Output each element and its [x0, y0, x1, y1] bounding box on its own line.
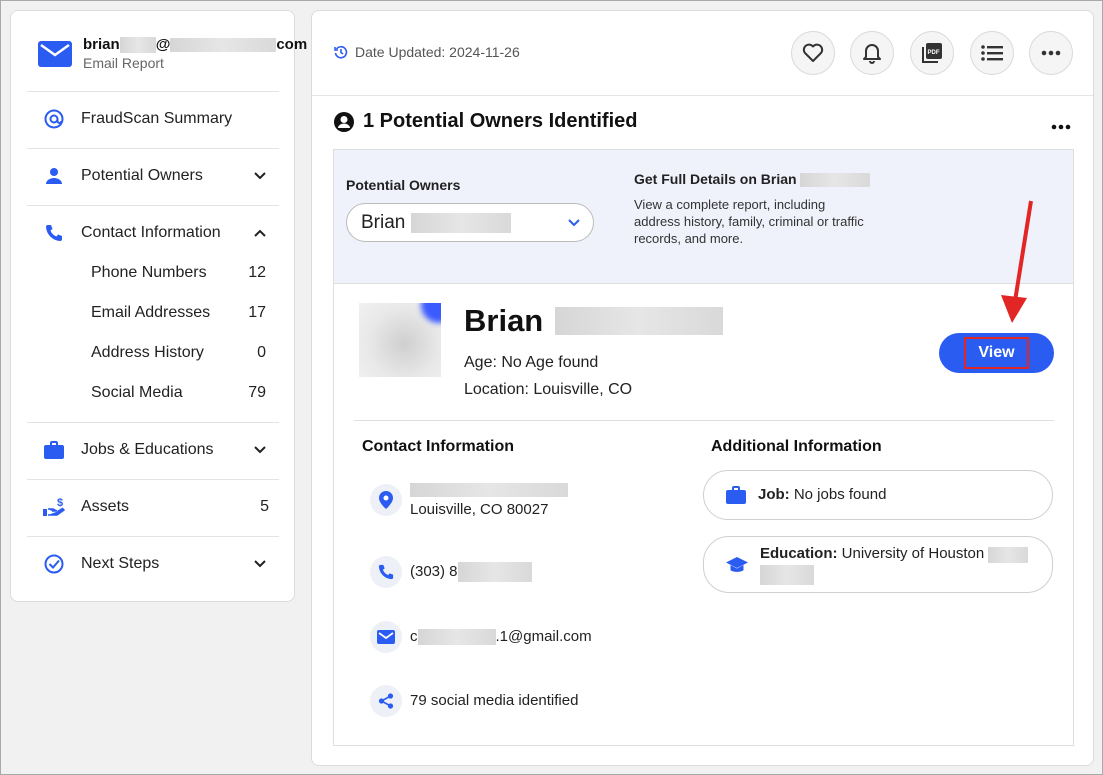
heart-icon — [802, 43, 824, 62]
sidebar-item-assets[interactable]: $ Assets 5 — [27, 487, 279, 527]
divider — [354, 420, 1054, 421]
date-updated: Date Updated: 2024-11-26 — [334, 44, 520, 60]
svg-text:$: $ — [57, 497, 63, 509]
map-pin-icon — [370, 484, 402, 516]
more-options-button[interactable] — [1029, 31, 1073, 75]
favorite-button[interactable] — [791, 31, 835, 75]
list-view-button[interactable] — [970, 31, 1014, 75]
list-icon — [981, 45, 1003, 61]
divider — [27, 91, 279, 92]
more-icon — [1041, 50, 1061, 56]
pdf-icon: PDF — [922, 43, 942, 63]
redacted-text — [411, 212, 512, 233]
more-icon — [1051, 124, 1071, 130]
notifications-button[interactable] — [850, 31, 894, 75]
full-details-title: Get Full Details on Brian — [634, 171, 871, 188]
potential-owner-select[interactable]: Brian — [346, 203, 594, 242]
divider — [27, 205, 279, 206]
bell-icon — [863, 44, 881, 64]
at-sign-icon — [43, 108, 65, 130]
contact-phone: (303) 8 — [370, 556, 532, 588]
section-more-button[interactable] — [1051, 117, 1071, 135]
download-pdf-button[interactable]: PDF — [910, 31, 954, 75]
sidebar-subitem-phone-numbers[interactable]: Phone Numbers 12 — [91, 258, 266, 288]
sidebar-item-potential-owners[interactable]: Potential Owners — [27, 156, 279, 196]
avatar — [359, 303, 441, 377]
phone-icon — [43, 222, 65, 244]
redacted-text — [457, 562, 532, 582]
check-circle-icon — [43, 553, 65, 575]
briefcase-icon — [43, 439, 65, 461]
contact-social: 79 social media identified — [370, 685, 578, 717]
user-circle-icon — [334, 111, 354, 132]
education-info: Education: University of Houston — [703, 536, 1053, 593]
view-report-button[interactable]: View — [939, 333, 1054, 373]
redacted-text — [988, 546, 1029, 563]
chevron-up-icon — [254, 229, 266, 237]
redacted-text — [410, 483, 568, 498]
redacted-text — [417, 629, 496, 645]
divider — [27, 422, 279, 423]
additional-information-title: Additional Information — [711, 438, 882, 455]
job-info: Job: No jobs found — [703, 470, 1053, 520]
sidebar: brian @ com Email Report FraudScan Summary… — [10, 10, 307, 602]
chevron-down-icon — [568, 219, 580, 227]
phone-icon — [370, 556, 402, 588]
annotation-arrow — [1001, 200, 1033, 323]
sidebar-subitem-social-media[interactable]: Social Media 79 — [91, 378, 266, 408]
divider — [27, 479, 279, 480]
sidebar-item-jobs-educations[interactable]: Jobs & Educations — [27, 430, 279, 470]
sidebar-subitem-address-history[interactable]: Address History 0 — [91, 338, 266, 368]
top-bar: Date Updated: 2024-11-26 PDF — [312, 11, 1093, 96]
owner-card: Potential Owners Brian Get Full Details … — [333, 149, 1074, 746]
graduation-cap-icon — [726, 556, 748, 572]
chevron-down-icon — [254, 172, 266, 180]
sidebar-item-contact-information[interactable]: Contact Information — [27, 213, 279, 253]
chevron-down-icon — [254, 560, 266, 568]
person-age: Age: No Age found — [464, 354, 599, 371]
mail-icon — [370, 621, 402, 653]
person-icon — [43, 165, 65, 187]
money-hand-icon: $ — [43, 496, 65, 518]
mail-icon — [38, 41, 72, 67]
sidebar-item-fraudscan-summary[interactable]: FraudScan Summary — [27, 99, 279, 139]
section-title: 1 Potential Owners Identified — [334, 110, 638, 133]
divider — [27, 148, 279, 149]
redacted-text — [555, 307, 724, 335]
briefcase-icon — [726, 486, 746, 504]
report-type: Email Report — [83, 55, 164, 71]
person-location: Location: Louisville, CO — [464, 381, 633, 398]
report-header: brian @ com Email Report — [38, 33, 307, 73]
owner-selector-panel: Potential Owners Brian Get Full Details … — [334, 150, 1073, 284]
contact-information-title: Contact Information — [362, 438, 514, 455]
full-details-text: View a complete report, including addres… — [634, 197, 864, 246]
contact-email: c .1@gmail.com — [370, 621, 592, 653]
sidebar-item-next-steps[interactable]: Next Steps — [27, 544, 279, 584]
main-panel: Date Updated: 2024-11-26 PDF 1 Potential… — [311, 10, 1094, 766]
history-icon — [334, 45, 348, 59]
person-name: Brian — [464, 303, 724, 339]
chevron-down-icon — [254, 446, 266, 454]
redacted-text — [760, 564, 814, 585]
contact-address: Louisville, CO 80027 — [370, 480, 568, 520]
potential-owners-label: Potential Owners — [346, 177, 461, 193]
sidebar-subitem-email-addresses[interactable]: Email Addresses 17 — [91, 298, 266, 328]
divider — [27, 536, 279, 537]
share-icon — [370, 685, 402, 717]
report-email: brian @ com — [83, 36, 308, 54]
svg-text:PDF: PDF — [928, 50, 940, 56]
